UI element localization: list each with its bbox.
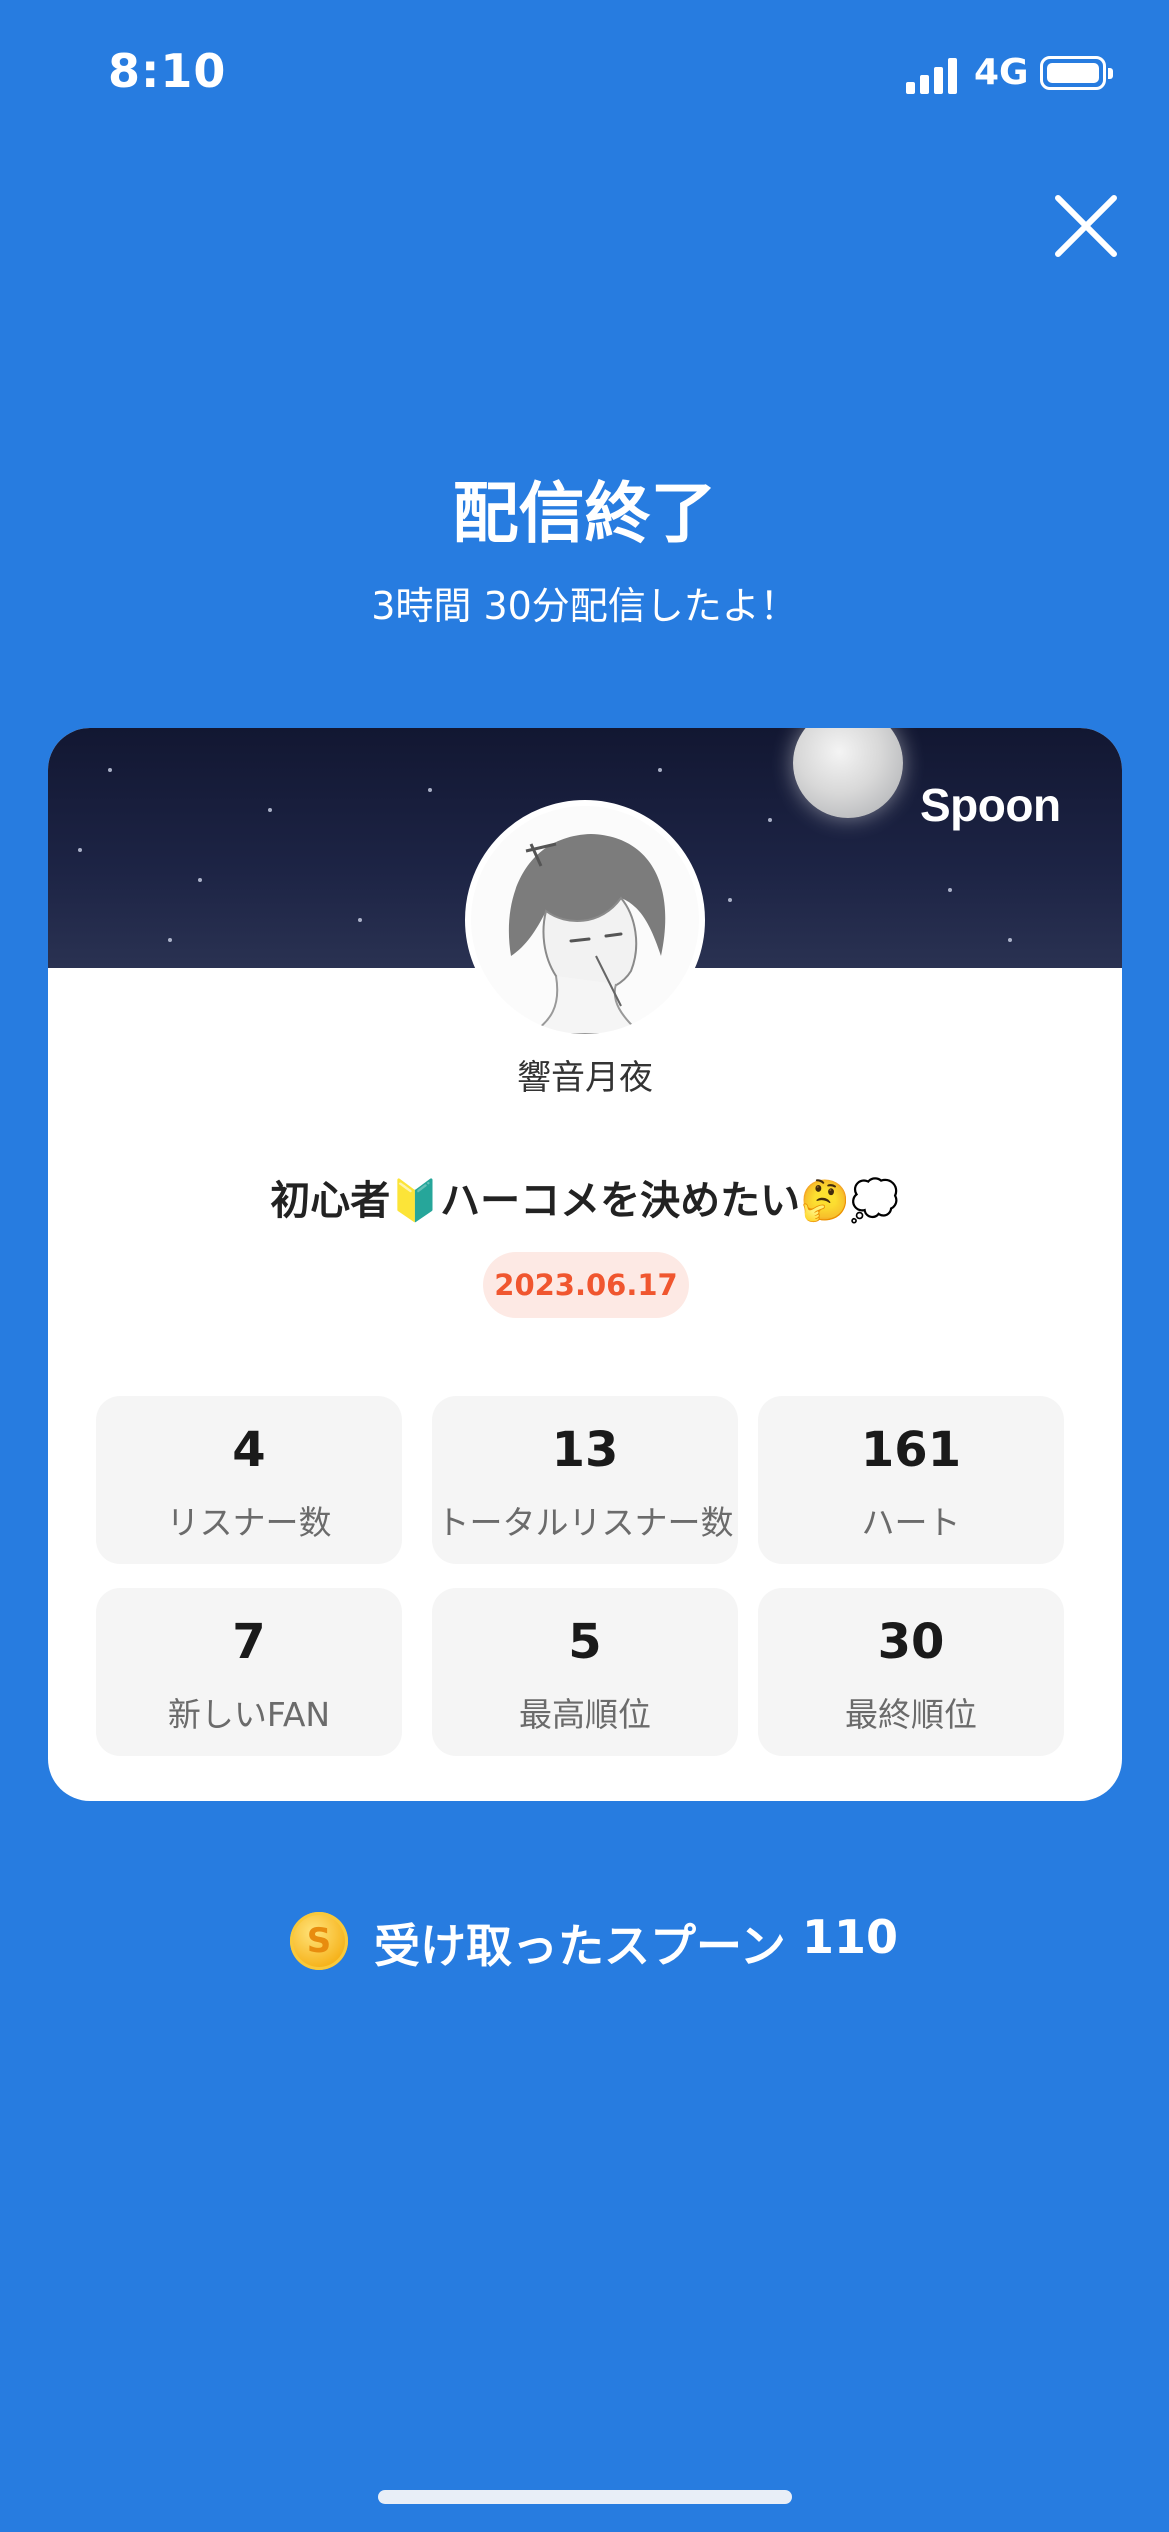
broadcast-summary-card: Spoon 響音月夜 初心者🔰ハーコメを決めたい🤔💭 2023.06.17 4 …: [48, 728, 1122, 1801]
status-bar: 8:10 4G: [0, 0, 1169, 140]
spoons-count: 110: [802, 1910, 899, 1964]
stat-label: 最終順位: [845, 1695, 977, 1734]
username: 響音月夜: [517, 1058, 653, 1098]
broadcast-title: 初心者🔰ハーコメを決めたい🤔💭: [270, 1178, 900, 1224]
stat-label: 新しいFAN: [167, 1695, 331, 1734]
home-indicator[interactable]: [378, 2490, 792, 2504]
moon-icon: [793, 728, 903, 818]
stat-label: リスナー数: [166, 1503, 332, 1542]
stat-value: 30: [877, 1614, 945, 1670]
spoons-label: 受け取ったスプーン: [374, 1919, 786, 1973]
close-button[interactable]: [1050, 190, 1122, 262]
cellular-signal-icon: [906, 54, 958, 94]
stat-value: 5: [568, 1614, 602, 1670]
avatar-illustration-icon: [471, 806, 699, 1034]
spoon-coin-icon: S: [290, 1912, 348, 1970]
coin-symbol: S: [306, 1921, 332, 1961]
page-title: 配信終了: [452, 475, 717, 552]
stat-label: トータルリスナー数: [436, 1503, 734, 1542]
stat-label: ハート: [861, 1503, 961, 1542]
stat-value: 7: [232, 1614, 266, 1670]
broadcast-duration: 3時間 30分配信したよ！: [371, 584, 798, 628]
battery-icon: [1040, 56, 1113, 90]
network-type: 4G: [974, 52, 1029, 93]
spoon-logo: Spoon: [920, 779, 1061, 831]
stat-label: 最高順位: [519, 1695, 651, 1734]
stat-listeners: 4 リスナー数: [96, 1396, 402, 1564]
stat-final-rank: 30 最終順位: [758, 1588, 1064, 1756]
stat-value: 161: [860, 1422, 962, 1478]
stat-highest-rank: 5 最高順位: [432, 1588, 738, 1756]
date-badge: 2023.06.17: [483, 1252, 689, 1318]
avatar: [465, 800, 705, 1040]
status-time: 8:10: [108, 44, 227, 98]
stat-total-listeners: 13 トータルリスナー数: [432, 1396, 738, 1564]
stat-hearts: 161 ハート: [758, 1396, 1064, 1564]
stat-value: 4: [232, 1422, 266, 1478]
stat-new-fans: 7 新しいFAN: [96, 1588, 402, 1756]
stat-value: 13: [551, 1422, 619, 1478]
received-spoons: S 受け取ったスプーン 110: [0, 1910, 1169, 1980]
close-icon: [1055, 195, 1117, 257]
